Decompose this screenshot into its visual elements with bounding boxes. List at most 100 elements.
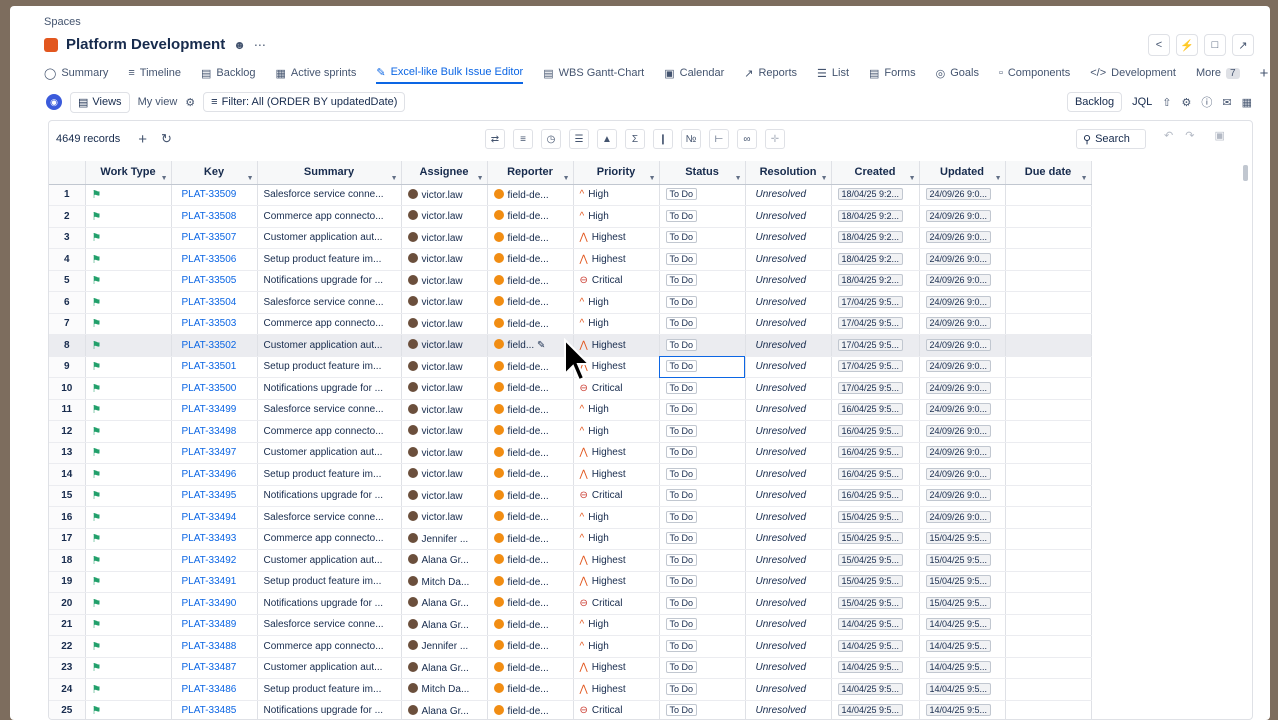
issue-key-link[interactable]: PLAT-33506: [171, 248, 258, 271]
created-cell[interactable]: 14/04/25 9:5...: [831, 657, 920, 679]
resolution-cell[interactable]: Unresolved: [745, 463, 832, 486]
updated-cell[interactable]: 15/04/25 9:5...: [919, 549, 1006, 572]
column-header[interactable]: Assignee ▼: [401, 161, 488, 185]
work-type-cell[interactable]: ⚑: [85, 356, 172, 378]
work-type-cell[interactable]: ⚑: [85, 205, 172, 228]
reporter-cell[interactable]: field-de...: [487, 356, 574, 378]
resolution-cell[interactable]: Unresolved: [745, 291, 832, 314]
assignee-cell[interactable]: victor.law: [401, 463, 488, 486]
assignee-cell[interactable]: Alana Gr...: [401, 592, 488, 615]
status-cell[interactable]: To Do: [659, 270, 746, 292]
created-cell[interactable]: 16/04/25 9:5...: [831, 442, 920, 464]
issue-key-link[interactable]: PLAT-33485: [171, 700, 258, 719]
due-date-cell[interactable]: [1005, 420, 1092, 443]
assignee-cell[interactable]: victor.law: [401, 291, 488, 314]
help-icon[interactable]: ⓘ: [1201, 94, 1212, 110]
due-date-cell[interactable]: [1005, 184, 1092, 206]
due-date-cell[interactable]: [1005, 571, 1092, 593]
work-type-cell[interactable]: ⚑: [85, 614, 172, 636]
resolution-cell[interactable]: Unresolved: [745, 657, 832, 679]
updated-cell[interactable]: 24/09/26 9:0...: [919, 420, 1006, 443]
table-row[interactable]: 15 ⚑ PLAT-33495 Notifications upgrade for .…: [49, 485, 1092, 507]
assignee-cell[interactable]: victor.law: [401, 205, 488, 228]
assignee-cell[interactable]: Jennifer ...: [401, 528, 488, 550]
apps-grid-icon[interactable]: ▦: [1242, 96, 1252, 109]
assignee-cell[interactable]: Mitch Da...: [401, 571, 488, 593]
summary-cell[interactable]: Commerce app connecto...: [257, 205, 402, 228]
tab-timeline[interactable]: ≡ Timeline: [128, 62, 181, 84]
reporter-cell[interactable]: field-de...: [487, 635, 574, 658]
created-cell[interactable]: 18/04/25 9:2...: [831, 205, 920, 228]
reporter-cell[interactable]: field-de...: [487, 248, 574, 271]
work-type-cell[interactable]: ⚑: [85, 399, 172, 421]
resolution-cell[interactable]: Unresolved: [745, 678, 832, 701]
column-header[interactable]: Reporter ▼: [487, 161, 574, 185]
due-date-cell[interactable]: [1005, 528, 1092, 550]
summary-cell[interactable]: Notifications upgrade for ...: [257, 485, 402, 507]
issue-key-link[interactable]: PLAT-33488: [171, 635, 258, 658]
tab-development[interactable]: </> Development: [1090, 62, 1176, 84]
hierarchy-icon[interactable]: ⊢: [709, 129, 729, 149]
status-cell[interactable]: To Do: [659, 184, 746, 206]
status-cell[interactable]: To Do: [659, 463, 746, 486]
status-cell[interactable]: To Do: [659, 313, 746, 335]
export-icon[interactable]: ⇧: [1162, 96, 1171, 109]
table-row[interactable]: 23 ⚑ PLAT-33487 Customer application aut...…: [49, 657, 1092, 679]
created-cell[interactable]: 15/04/25 9:5...: [831, 549, 920, 572]
table-row[interactable]: 4 ⚑ PLAT-33506 Setup product feature im... v…: [49, 248, 1092, 271]
search-button[interactable]: ⚲ Search: [1076, 129, 1146, 149]
reporter-cell[interactable]: field-de...: [487, 313, 574, 335]
summary-cell[interactable]: Setup product feature im...: [257, 356, 402, 378]
priority-cell[interactable]: ⋀ Highest: [573, 442, 660, 464]
table-row[interactable]: 18 ⚑ PLAT-33492 Customer application aut...…: [49, 549, 1092, 572]
summary-cell[interactable]: Notifications upgrade for ...: [257, 700, 402, 719]
status-cell[interactable]: To Do: [659, 248, 746, 271]
table-row[interactable]: 21 ⚑ PLAT-33489 Salesforce service conne...…: [49, 614, 1092, 636]
chevron-down-icon[interactable]: ▼: [909, 175, 916, 182]
status-cell[interactable]: To Do: [659, 356, 746, 378]
priority-cell[interactable]: ^ High: [573, 205, 660, 228]
resolution-cell[interactable]: Unresolved: [745, 313, 832, 335]
priority-cell[interactable]: ⊖ Critical: [573, 592, 660, 615]
priority-cell[interactable]: ⋀ Highest: [573, 463, 660, 486]
issue-key-link[interactable]: PLAT-33490: [171, 592, 258, 615]
user-settings-icon[interactable]: ⚙: [185, 96, 195, 109]
assignee-cell[interactable]: Alana Gr...: [401, 700, 488, 719]
work-type-cell[interactable]: ⚑: [85, 571, 172, 593]
updated-cell[interactable]: 24/09/26 9:0...: [919, 356, 1006, 378]
backlog-button[interactable]: Backlog: [1066, 92, 1123, 112]
work-type-cell[interactable]: ⚑: [85, 700, 172, 719]
status-cell[interactable]: To Do: [659, 485, 746, 507]
tab-summary[interactable]: ◯ Summary: [44, 62, 108, 84]
column-header[interactable]: Due date ▼: [1005, 161, 1092, 185]
issue-key-link[interactable]: PLAT-33501: [171, 356, 258, 378]
created-cell[interactable]: 18/04/25 9:2...: [831, 270, 920, 292]
reporter-cell[interactable]: field-de...: [487, 399, 574, 421]
summary-cell[interactable]: Setup product feature im...: [257, 678, 402, 701]
created-cell[interactable]: 14/04/25 9:5...: [831, 635, 920, 658]
priority-cell[interactable]: ^ High: [573, 614, 660, 636]
assignee-cell[interactable]: victor.law: [401, 334, 488, 357]
redo-icon[interactable]: ↷: [1185, 129, 1194, 142]
resolution-cell[interactable]: Unresolved: [745, 614, 832, 636]
assignee-cell[interactable]: Mitch Da...: [401, 678, 488, 701]
chevron-down-icon[interactable]: ▼: [477, 175, 484, 182]
created-cell[interactable]: 17/04/25 9:5...: [831, 356, 920, 378]
created-cell[interactable]: 16/04/25 9:5...: [831, 420, 920, 443]
settings-icon[interactable]: ⚙: [1182, 96, 1192, 109]
priority-cell[interactable]: ^ High: [573, 313, 660, 335]
vertical-scrollbar[interactable]: [1243, 165, 1248, 181]
work-type-cell[interactable]: ⚑: [85, 463, 172, 486]
created-cell[interactable]: 15/04/25 9:5...: [831, 571, 920, 593]
assignee-cell[interactable]: Jennifer ...: [401, 635, 488, 658]
reporter-cell[interactable]: field-de...: [487, 571, 574, 593]
reporter-cell[interactable]: field-de...: [487, 420, 574, 443]
updated-cell[interactable]: 14/04/25 9:5...: [919, 657, 1006, 679]
issue-key-link[interactable]: PLAT-33486: [171, 678, 258, 701]
feedback-icon[interactable]: □: [1204, 34, 1226, 56]
status-cell[interactable]: To Do: [659, 442, 746, 464]
views-button[interactable]: ▤ Views: [70, 91, 130, 113]
due-date-cell[interactable]: [1005, 227, 1092, 249]
updated-cell[interactable]: 24/09/26 9:0...: [919, 506, 1006, 529]
issue-key-link[interactable]: PLAT-33504: [171, 291, 258, 314]
